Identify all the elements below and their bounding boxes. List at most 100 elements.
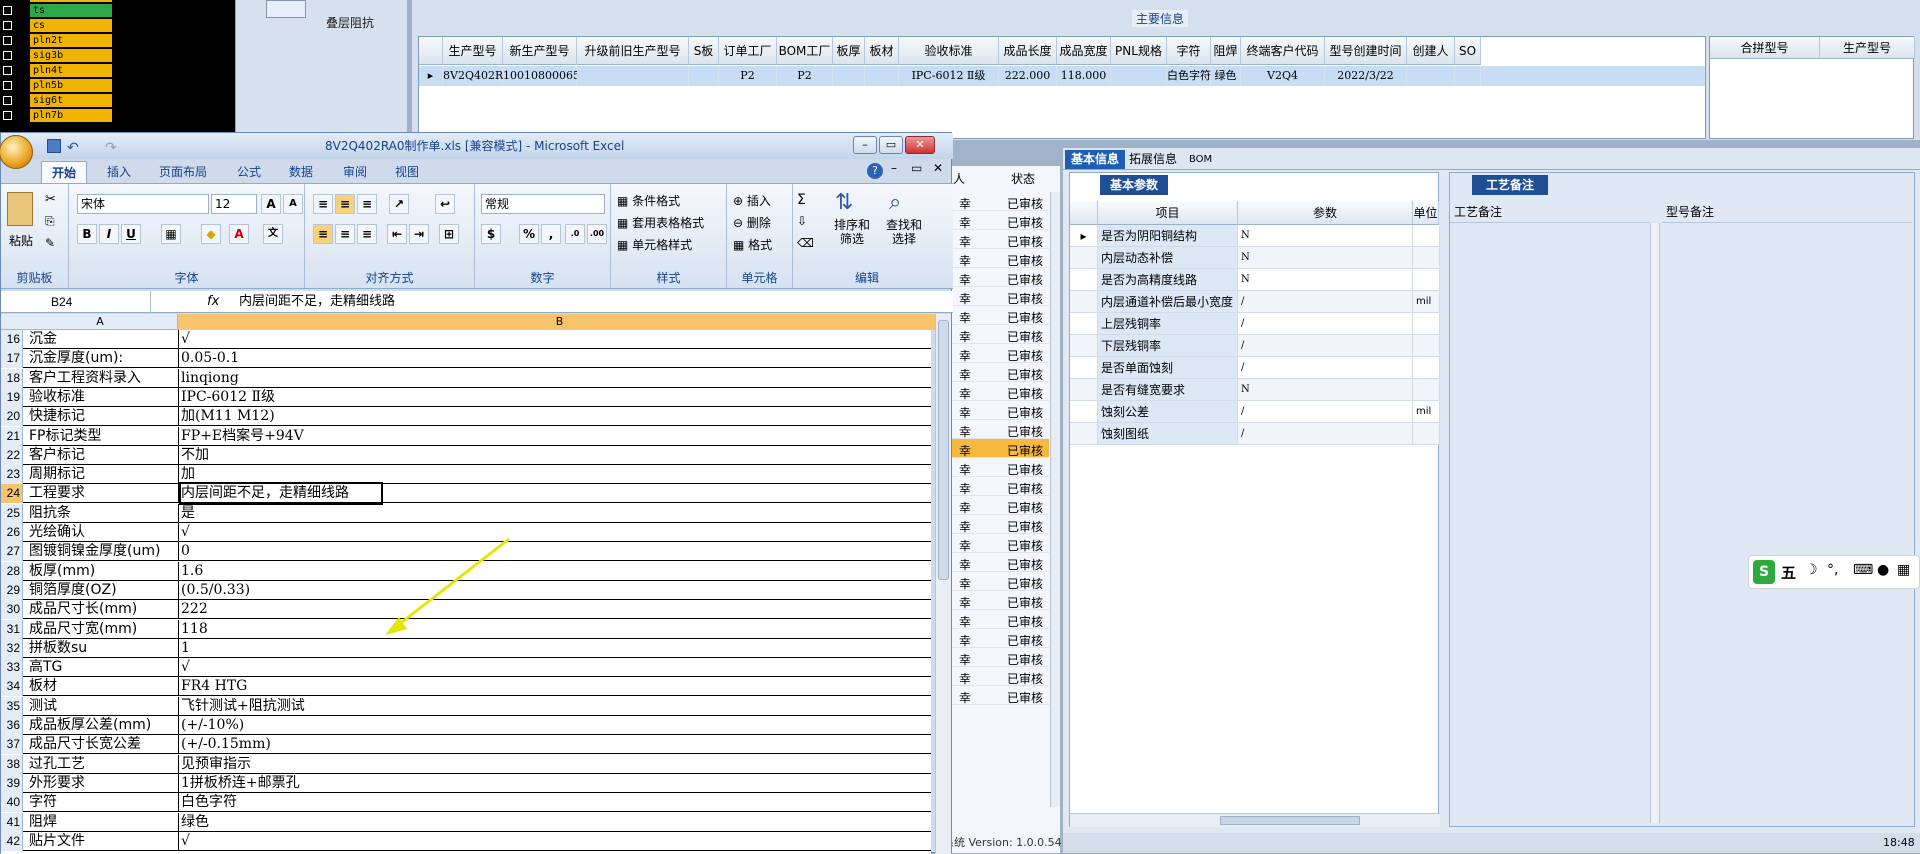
conditional-format-button[interactable]: ▦ 条件格式 <box>617 192 680 209</box>
row-number[interactable]: 39 <box>1 773 23 793</box>
grid-cell[interactable] <box>577 66 689 86</box>
row-number[interactable]: 23 <box>1 465 23 485</box>
table-row[interactable]: ▸ 是否为阴阳铜结构 N <box>1070 225 1440 247</box>
param-unit-cell[interactable] <box>1413 269 1440 291</box>
cell-a[interactable]: 高TG <box>29 658 179 678</box>
table-row[interactable]: 是否有缝宽要求 N <box>1070 379 1440 401</box>
cell-b[interactable]: (+/-0.15mm) <box>181 735 931 754</box>
fill-color-icon[interactable]: ◆ <box>201 224 221 244</box>
param-value-cell[interactable]: / <box>1238 357 1413 379</box>
cell-a[interactable]: 板厚(mm) <box>29 561 179 581</box>
cell-b[interactable]: 1拼板桥连+邮票孔 <box>181 774 931 793</box>
row-selector[interactable] <box>1070 357 1098 379</box>
param-value-cell[interactable]: / <box>1238 291 1413 313</box>
row-selector[interactable] <box>1070 247 1098 269</box>
table-row[interactable]: 38 过孔工艺 见预审指示 <box>1 754 931 774</box>
align-bottom-icon[interactable]: ≡ <box>357 194 377 214</box>
row-number[interactable]: 32 <box>1 638 23 658</box>
cell-b[interactable]: 222 <box>181 600 931 619</box>
font-size-select[interactable]: 12 <box>211 194 257 214</box>
cell-a[interactable]: 成品尺寸宽(mm) <box>29 619 179 639</box>
table-row[interactable]: 内层动态补偿 N <box>1070 247 1440 269</box>
layer-label[interactable]: c0 <box>30 0 112 2</box>
row-number[interactable]: 37 <box>1 735 23 755</box>
row-number[interactable]: 30 <box>1 600 23 620</box>
layer-checkbox[interactable] <box>3 21 12 30</box>
grid-cell[interactable] <box>689 66 719 86</box>
grid-cell[interactable]: P2 <box>777 66 833 86</box>
find-icon[interactable]: ⌕ <box>889 190 901 215</box>
ribbon-restore-icon[interactable]: ▭ <box>911 161 922 175</box>
cell-a[interactable]: 沉金厚度(um): <box>29 349 179 369</box>
table-row[interactable]: 42 贴片文件 √ <box>1 831 931 851</box>
layer-label[interactable]: pln2t <box>30 34 112 47</box>
grid-cell[interactable]: 绿色 <box>1211 66 1241 86</box>
format-cells-button[interactable]: ▦ 格式 <box>733 236 772 253</box>
minimize-button[interactable]: – <box>853 136 877 154</box>
grid-header[interactable]: 成品宽度 <box>1057 37 1111 65</box>
cell-a[interactable]: 验收标准 <box>29 387 179 407</box>
row-number[interactable]: 40 <box>1 793 23 813</box>
row-selector-icon[interactable]: ▸ <box>419 66 443 86</box>
layer-item[interactable]: ts <box>0 3 117 18</box>
cell-b[interactable]: 内层间距不足，走精细线路 <box>179 482 383 506</box>
find-select-button[interactable]: 查找和选择 <box>881 218 927 246</box>
align-middle-icon[interactable]: ≡ <box>335 194 355 214</box>
ime-toolbar[interactable]: S 五 ☽ °, ⌨ ● ▦ <box>1748 555 1920 589</box>
paste-icon[interactable] <box>7 192 33 226</box>
param-item-cell[interactable]: 是否单面蚀刻 <box>1098 357 1238 379</box>
cell-a[interactable]: 快捷标记 <box>29 407 179 427</box>
ime-mode-label[interactable]: 五 <box>1781 562 1796 583</box>
row-selector[interactable] <box>1070 291 1098 313</box>
list-item[interactable]: 幸 已审核 <box>951 667 1049 686</box>
cell-a[interactable]: 外形要求 <box>29 773 179 793</box>
table-row[interactable]: 20 快捷标记 加(M11 M12) <box>1 407 931 427</box>
row-number[interactable]: 41 <box>1 812 23 832</box>
row-number[interactable]: 24 <box>1 484 23 504</box>
params-hscroll[interactable] <box>1070 813 1440 827</box>
param-item-cell[interactable]: 蚀刻图纸 <box>1098 423 1238 445</box>
help-icon[interactable]: ? <box>867 163 883 179</box>
grid-cell[interactable]: 118.000 <box>1057 66 1111 86</box>
row-selector[interactable]: ▸ <box>1070 225 1098 247</box>
grid-header[interactable]: 阻焊 <box>1211 37 1241 65</box>
cell-a[interactable]: 字符 <box>29 793 179 813</box>
table-row[interactable]: 25 阻抗条是 <box>1 503 931 523</box>
grid-header[interactable]: 板厚 <box>833 37 865 65</box>
font-name-select[interactable]: 宋体 <box>77 194 209 214</box>
layer-checkbox[interactable] <box>3 96 12 105</box>
table-row[interactable]: 34 板材 FR4 HTG <box>1 677 931 697</box>
row-number[interactable]: 28 <box>1 561 23 581</box>
grid-header[interactable]: 新生产型号 <box>503 37 577 65</box>
grid-cell[interactable] <box>1455 66 1481 86</box>
list-item[interactable]: 幸 已审核 <box>951 477 1049 496</box>
layer-item[interactable]: cs <box>0 18 117 33</box>
grid-header[interactable]: SO <box>1455 37 1481 65</box>
grid-icon[interactable]: ▦ <box>1897 562 1910 578</box>
layer-item[interactable]: pln7b <box>0 108 117 123</box>
param-unit-cell[interactable] <box>1413 335 1440 357</box>
row-number[interactable]: 18 <box>1 368 23 388</box>
merge-center-icon[interactable]: ⊞ <box>439 224 459 244</box>
param-item-cell[interactable]: 上层残铜率 <box>1098 313 1238 335</box>
cell-b[interactable]: 加 <box>181 465 931 484</box>
layer-checkbox[interactable] <box>3 6 12 15</box>
list-item[interactable]: 幸 已审核 <box>951 572 1049 591</box>
paste-button[interactable]: 粘贴 <box>9 232 33 249</box>
copy-icon[interactable]: ⎘ <box>45 214 55 229</box>
grid-cell[interactable]: 2022/3/22 <box>1325 66 1407 86</box>
grid-header[interactable]: S板 <box>689 37 719 65</box>
currency-icon[interactable]: $ <box>481 224 501 244</box>
undo-icon[interactable]: ↶ <box>67 135 79 161</box>
stack-impedance-icon[interactable] <box>266 0 306 18</box>
param-item-cell[interactable]: 内层动态补偿 <box>1098 247 1238 269</box>
cell-b[interactable]: IPC-6012 Ⅱ级 <box>181 388 931 407</box>
param-item-cell[interactable]: 下层残铜率 <box>1098 335 1238 357</box>
table-row[interactable]: 18 客户工程资料录入 linqiong <box>1 368 931 388</box>
layer-label[interactable]: cs <box>30 19 112 32</box>
format-painter-icon[interactable]: ✎ <box>45 236 55 250</box>
table-row[interactable]: 19 验收标准 IPC-6012 Ⅱ级 <box>1 387 931 407</box>
row-number[interactable]: 35 <box>1 696 23 716</box>
decrease-indent-icon[interactable]: ⇤ <box>387 224 407 244</box>
row-selector[interactable] <box>1070 269 1098 291</box>
